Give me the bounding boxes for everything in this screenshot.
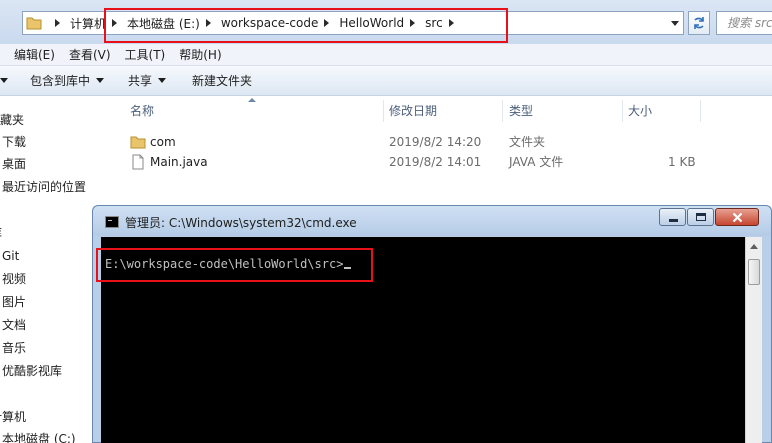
cmd-title-bar[interactable]: 管理员: C:\Windows\system32\cmd.exe [93,206,771,236]
scroll-up-arrow-icon[interactable] [750,244,758,249]
share-button[interactable]: 共享 [128,66,167,96]
maximize-button[interactable] [687,208,714,226]
minimize-button[interactable] [659,208,686,226]
file-row[interactable]: com 2019/8/2 14:20 文件夹 [120,132,772,152]
column-divider[interactable] [700,100,701,122]
folder-icon [130,136,146,149]
column-divider[interactable] [383,100,384,122]
nav-item-downloads[interactable]: 下载 [2,132,26,152]
nav-item-favorites[interactable]: 收藏夹 [0,110,24,130]
column-header-name[interactable]: 名称 [130,96,154,126]
minimize-icon [669,219,678,222]
command-toolbar: 包含到库中 共享 新建文件夹 [0,66,772,96]
nav-item-music[interactable]: 音乐 [2,338,26,358]
chevron-down-icon[interactable] [0,78,8,83]
cmd-icon[interactable] [105,216,119,228]
nav-item-videos[interactable]: 视频 [2,269,26,289]
menu-help[interactable]: 帮助(H) [179,46,221,63]
file-row[interactable]: Main.java 2019/8/2 14:01 JAVA 文件 1 KB [120,152,772,172]
sort-ascending-icon [248,98,256,102]
menu-bar: 编辑(E) 查看(V) 工具(T) 帮助(H) [0,44,772,66]
column-divider[interactable] [622,100,623,122]
file-icon [132,154,144,170]
file-name: com [150,135,176,149]
breadcrumb-separator-icon[interactable] [55,19,60,27]
column-header-type[interactable]: 类型 [509,96,533,126]
column-header-modified[interactable]: 修改日期 [389,96,437,126]
file-modified: 2019/8/2 14:20 [389,135,482,149]
refresh-button[interactable] [688,11,710,35]
chevron-down-icon [671,20,679,26]
chevron-down-icon [158,78,167,83]
close-icon [732,212,743,223]
file-modified: 2019/8/2 14:01 [389,155,482,169]
folder-icon [26,17,42,30]
refresh-icon [694,17,704,29]
nav-item-recent[interactable]: 最近访问的位置 [2,177,86,197]
menu-edit[interactable]: 编辑(E) [14,46,55,63]
cmd-window[interactable]: 管理员: C:\Windows\system32\cmd.exe E:\work… [92,205,772,443]
include-in-library-button[interactable]: 包含到库中 [30,66,105,96]
nav-item-local-disk-c[interactable]: 本地磁盘 (C:) [2,429,76,443]
close-button[interactable] [715,208,759,226]
prompt-highlight-box [96,248,373,282]
nav-item-libraries[interactable]: 库 [0,223,2,243]
menu-view[interactable]: 查看(V) [69,46,111,63]
search-input[interactable]: 搜索 src [716,11,772,35]
address-highlight-box [104,8,508,43]
nav-item-youku[interactable]: 优酷影视库 [2,361,62,381]
nav-item-git[interactable]: Git [2,246,19,266]
file-type: JAVA 文件 [509,155,564,169]
new-folder-button[interactable]: 新建文件夹 [192,66,252,96]
cmd-title: 管理员: C:\Windows\system32\cmd.exe [125,216,357,230]
menu-tools[interactable]: 工具(T) [125,46,166,63]
column-header-size[interactable]: 大小 [628,96,652,126]
nav-item-computer[interactable]: 计算机 [0,407,26,427]
column-divider[interactable] [502,100,503,122]
file-size: 1 KB [668,155,696,169]
breadcrumb-item-computer[interactable]: 计算机 [70,12,106,34]
vertical-scrollbar[interactable] [745,237,762,443]
maximize-icon [696,213,706,221]
nav-item-pictures[interactable]: 图片 [2,292,26,312]
nav-item-documents[interactable]: 文档 [2,315,26,335]
file-type: 文件夹 [509,135,546,149]
nav-item-desktop[interactable]: 桌面 [2,154,26,174]
scroll-thumb[interactable] [748,259,760,285]
address-history-dropdown[interactable] [667,12,683,34]
file-name: Main.java [150,155,208,169]
chevron-down-icon [96,78,105,83]
